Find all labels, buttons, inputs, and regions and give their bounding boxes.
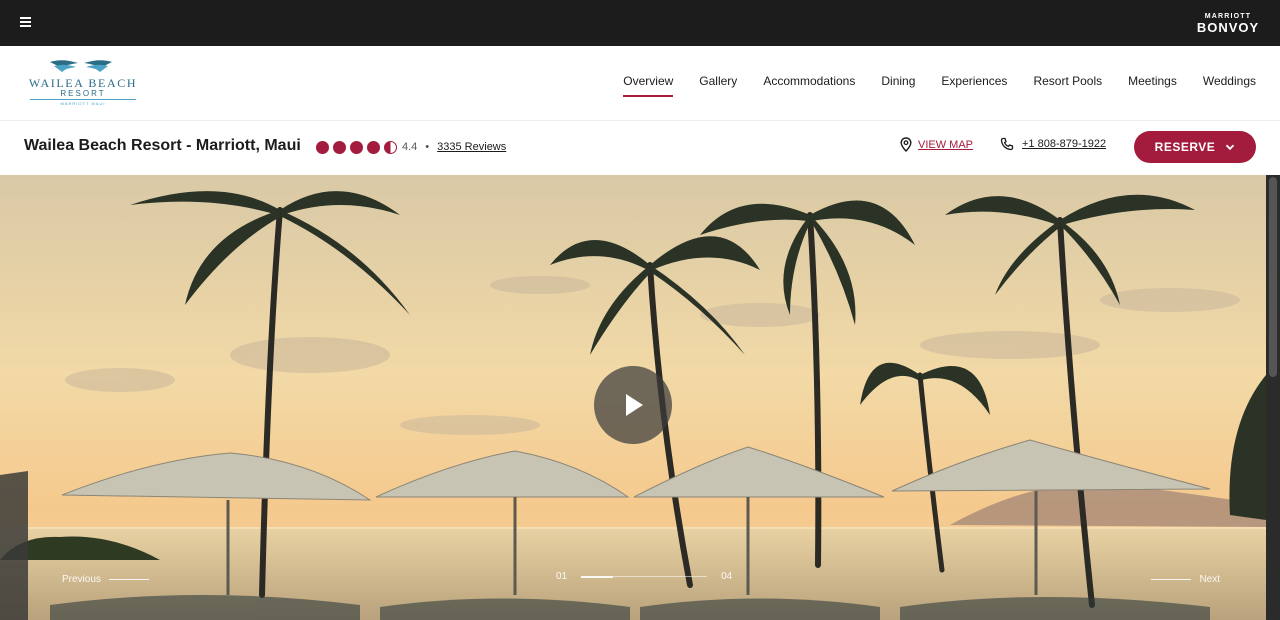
- nav-meetings[interactable]: Meetings: [1128, 74, 1177, 88]
- resort-logo[interactable]: WAILEA BEACH RESORT MARRIOTT MAUI: [24, 58, 142, 110]
- hamburger-icon[interactable]: [20, 17, 32, 29]
- reserve-label: RESERVE: [1154, 140, 1216, 154]
- slide-pager: 01 04: [556, 571, 732, 582]
- logo-tagline: MARRIOTT MAUI: [60, 101, 106, 106]
- previous-line: [108, 579, 149, 580]
- nav-weddings[interactable]: Weddings: [1203, 74, 1256, 88]
- site-header: WAILEA BEACH RESORT MARRIOTT MAUI Overvi…: [0, 46, 1280, 121]
- rating-dot-icon: [316, 140, 329, 154]
- rating: 4.4 • 3335 Reviews: [316, 139, 506, 155]
- logo-divider: [30, 99, 136, 100]
- rating-dot-icon: [367, 140, 380, 154]
- chevron-down-icon: [1226, 144, 1235, 151]
- phone-icon: [1000, 137, 1014, 151]
- play-icon: [626, 394, 643, 416]
- brand-bottom-text: BONVOY: [1196, 20, 1260, 35]
- reviews-link[interactable]: 3335 Reviews: [437, 141, 506, 153]
- nav-overview[interactable]: Overview: [623, 74, 674, 97]
- nav-dining[interactable]: Dining: [881, 74, 915, 88]
- pager-progress: [581, 575, 614, 578]
- rating-half-dot-icon: [384, 140, 397, 154]
- phone-number: +1 808-879-1922: [1022, 138, 1107, 150]
- next-button[interactable]: Next: [1151, 574, 1220, 585]
- scrollbar[interactable]: [1266, 175, 1280, 620]
- property-name: Wailea Beach Resort - Marriott, Maui: [24, 137, 301, 154]
- marriott-bonvoy-logo[interactable]: MARRIOTT BONVOY: [1196, 13, 1260, 35]
- next-label: Next: [1199, 574, 1220, 585]
- map-pin-icon: [900, 137, 912, 152]
- nav-gallery[interactable]: Gallery: [699, 74, 737, 88]
- top-bar: MARRIOTT BONVOY: [0, 0, 1280, 46]
- rating-dot-icon: [333, 140, 346, 154]
- page-total: 04: [721, 571, 733, 582]
- phone-link[interactable]: +1 808-879-1922: [1000, 137, 1106, 151]
- nav-resort-pools[interactable]: Resort Pools: [1033, 74, 1102, 88]
- main-nav: Overview Gallery Accommodations Dining E…: [623, 74, 1256, 97]
- pager-track: [581, 575, 708, 578]
- next-line: [1151, 579, 1192, 580]
- nav-accommodations[interactable]: Accommodations: [763, 74, 855, 88]
- wave-logo-icon: [50, 60, 112, 72]
- nav-experiences[interactable]: Experiences: [941, 74, 1007, 88]
- rating-separator: •: [425, 141, 430, 153]
- previous-button[interactable]: Previous: [62, 574, 149, 585]
- view-map-label: VIEW MAP: [918, 138, 974, 151]
- play-button[interactable]: [594, 366, 672, 444]
- logo-subtitle: RESORT: [60, 89, 106, 98]
- rating-value: 4.4: [402, 141, 418, 153]
- logo-name: WAILEA BEACH: [28, 76, 138, 90]
- rating-dot-icon: [350, 140, 363, 154]
- previous-label: Previous: [62, 574, 101, 585]
- hero-video[interactable]: Previous 01 04 Next: [0, 175, 1266, 620]
- reserve-button[interactable]: RESERVE: [1134, 131, 1256, 163]
- page-current: 01: [556, 571, 568, 582]
- view-map-link[interactable]: VIEW MAP: [900, 137, 973, 152]
- scrollbar-thumb[interactable]: [1269, 177, 1277, 377]
- property-bar: Wailea Beach Resort - Marriott, Maui 4.4…: [0, 121, 1280, 175]
